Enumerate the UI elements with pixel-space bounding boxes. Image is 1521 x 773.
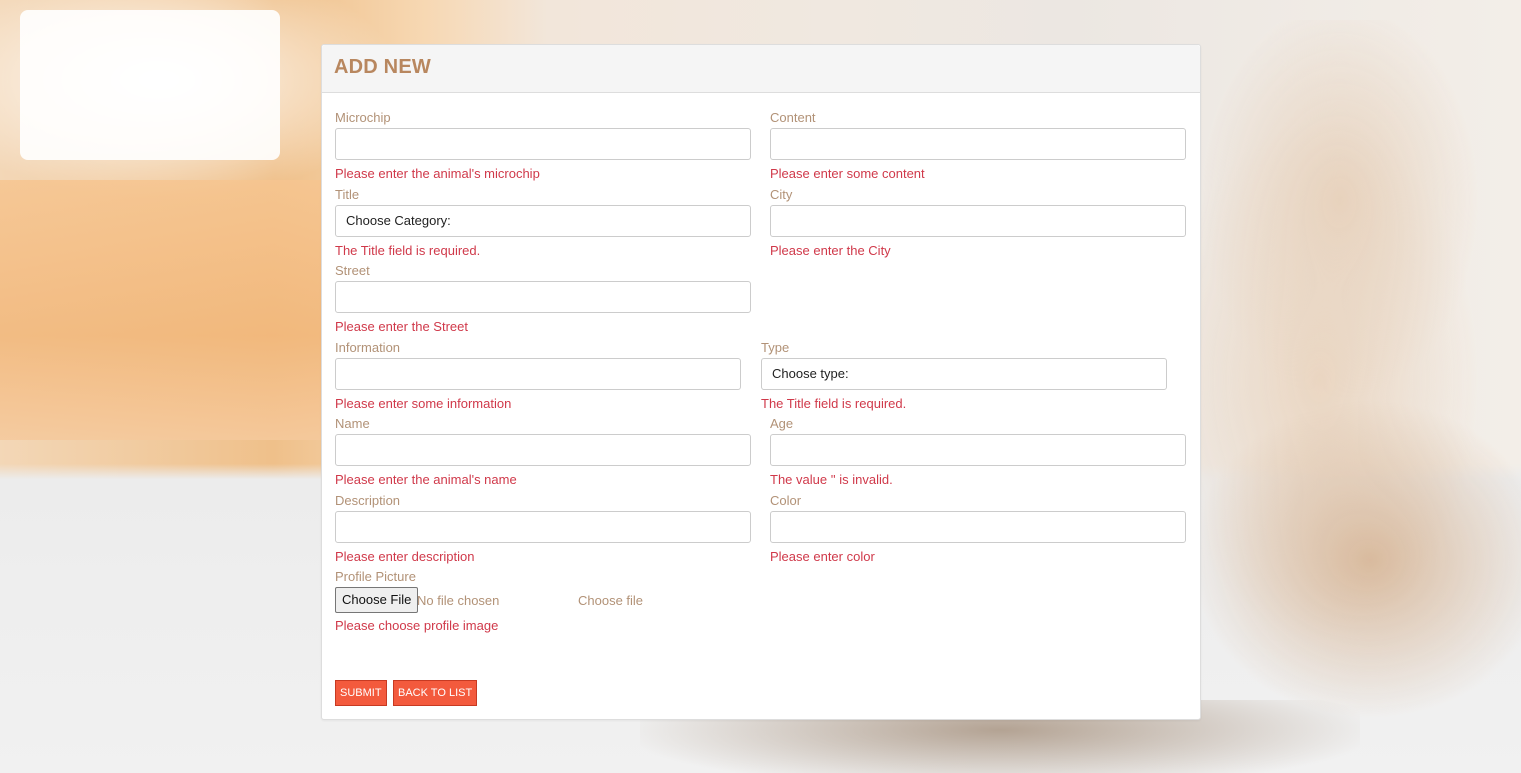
age-error: The value '' is invalid.: [770, 472, 893, 487]
description-label: Description: [335, 493, 401, 508]
type-error: The Title field is required.: [761, 396, 907, 411]
age-input[interactable]: [770, 434, 1186, 466]
add-new-panel: ADD NEW Microchip Please enter the anima…: [321, 44, 1201, 720]
color-input[interactable]: [770, 511, 1186, 543]
title-error: The Title field is required.: [335, 243, 481, 258]
street-error: Please enter the Street: [335, 319, 468, 334]
type-label: Type: [761, 340, 790, 355]
street-label: Street: [335, 263, 370, 278]
street-input[interactable]: [335, 281, 751, 313]
information-error: Please enter some information: [335, 396, 512, 411]
choose-file-label: Choose file: [578, 593, 644, 608]
profile-picture-error: Please choose profile image: [335, 618, 499, 633]
panel-heading: ADD NEW: [322, 45, 1200, 93]
information-input[interactable]: [335, 358, 741, 390]
content-label: Content: [770, 110, 816, 125]
microchip-input[interactable]: [335, 128, 751, 160]
file-status-text: No file chosen: [417, 593, 500, 608]
color-error: Please enter color: [770, 549, 875, 564]
microchip-label: Microchip: [335, 110, 391, 125]
city-error: Please enter the City: [770, 243, 891, 258]
type-select-value: Choose type:: [772, 366, 849, 381]
name-label: Name: [335, 416, 370, 431]
page-title: ADD NEW: [334, 56, 431, 78]
background-dog-image: [1160, 20, 1521, 720]
city-label: City: [770, 187, 793, 202]
color-label: Color: [770, 493, 802, 508]
description-error: Please enter description: [335, 549, 475, 564]
background-window-highlight: [20, 10, 280, 160]
content-error: Please enter some content: [770, 166, 925, 181]
content-input[interactable]: [770, 128, 1186, 160]
age-label: Age: [770, 416, 794, 431]
name-input[interactable]: [335, 434, 751, 466]
city-input[interactable]: [770, 205, 1186, 237]
choose-file-button[interactable]: Choose File: [335, 587, 419, 613]
title-label: Title: [335, 187, 360, 202]
submit-button[interactable]: SUBMIT: [335, 680, 387, 706]
description-input[interactable]: [335, 511, 751, 543]
microchip-error: Please enter the animal's microchip: [335, 166, 540, 181]
profile-picture-label: Profile Picture: [335, 569, 416, 584]
name-error: Please enter the animal's name: [335, 472, 517, 487]
information-label: Information: [335, 340, 401, 355]
back-to-list-button[interactable]: BACK TO LIST: [393, 680, 478, 706]
type-select[interactable]: Choose type:: [761, 358, 1167, 390]
title-select-value: Choose Category:: [346, 213, 451, 228]
title-select[interactable]: Choose Category:: [335, 205, 751, 237]
